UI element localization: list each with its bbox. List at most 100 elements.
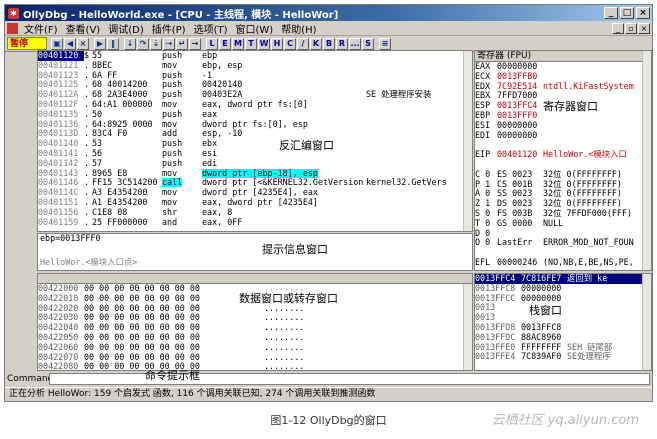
disasm-row[interactable]: 00401146. FF15 3C514200 call dword ptr [<&K… bbox=[38, 178, 472, 188]
mdi-close-button[interactable]: × bbox=[638, 22, 650, 34]
stack-row[interactable]: 0013FFE4 7C839AF0 SE处理程序 bbox=[475, 352, 651, 362]
register-row[interactable]: EDI 00000000 bbox=[475, 131, 651, 141]
toolbar-breakpoints-button[interactable]: B bbox=[323, 37, 335, 50]
registers-pane[interactable]: 寄存器 (FPU) EAX 00000000 ECX 0013FFB0 EDX 7C92E… bbox=[474, 50, 652, 271]
disasm-row[interactable]: 00401159. 25 FF000000 and eax, 0FF bbox=[38, 218, 472, 228]
stack-scrollbar[interactable] bbox=[642, 274, 651, 370]
disasm-row[interactable]: 00401143. 8965 E8 mov dword ptr [ebp-18], e… bbox=[38, 168, 472, 179]
disasm-comment bbox=[366, 110, 466, 120]
toolbar-windows-button[interactable]: W bbox=[258, 37, 270, 50]
disasm-row[interactable]: 00401121. 8BEC mov ebp, esp bbox=[38, 61, 472, 71]
dump-pane[interactable]: 00422000 00 00 00 00 00 00 00 00........ 0… bbox=[37, 273, 473, 371]
trace-over-icon[interactable]: ⇢ bbox=[163, 37, 175, 50]
disasm-row[interactable]: 00401120 $55 push ebp bbox=[38, 51, 472, 61]
stack-row[interactable]: 0013FFC8 00000000 bbox=[475, 284, 651, 294]
toolbar-callstack-button[interactable]: K bbox=[310, 37, 322, 50]
dump-row[interactable]: 00422060 00 00 00 00 00 00 00 00........ bbox=[38, 343, 472, 353]
register-row[interactable]: EDX 7C92E514 ntdll.KiFastSystem bbox=[475, 82, 651, 92]
register-row[interactable] bbox=[475, 140, 651, 150]
disasm-row[interactable]: 00401140. 53 push ebx bbox=[38, 139, 472, 149]
toolbar-source-button[interactable]: S bbox=[362, 37, 374, 50]
goto-icon[interactable]: → bbox=[189, 37, 201, 50]
trace-into-icon[interactable]: ⇣ bbox=[150, 37, 162, 50]
register-row[interactable]: ECX 0013FFB0 bbox=[475, 72, 651, 82]
disasm-row[interactable]: 00401123. 6A FF push -1 bbox=[38, 71, 472, 81]
disasm-row[interactable]: 0040112F. 64:A1 000000 mov eax, dword ptr f… bbox=[38, 100, 472, 110]
disasm-row[interactable]: 00401151. A1 E4354200 mov eax, dword ptr [4… bbox=[38, 198, 472, 208]
stack-row[interactable]: 0013FFE0 FFFFFFFF SEH 链尾部 bbox=[475, 343, 651, 353]
disasm-row[interactable]: 0040114C. A3 E4354200 mov dword ptr [4235E4… bbox=[38, 188, 472, 198]
register-row[interactable]: T 0 GS 0000 NULL bbox=[475, 219, 651, 229]
disasm-comment bbox=[366, 159, 466, 169]
disassembly-pane[interactable]: 00401120 $55 push ebp 00401121. 8BEC mov ebp, e… bbox=[37, 50, 473, 232]
menu-help[interactable]: 帮助(H) bbox=[281, 21, 316, 36]
dump-row[interactable]: 00422050 00 00 00 00 00 00 00 00........ bbox=[38, 333, 472, 343]
toolbar-log-button[interactable]: L bbox=[206, 37, 218, 50]
register-row[interactable] bbox=[475, 248, 651, 258]
dump-row[interactable]: 00422070 00 00 00 00 00 00 00 00........ bbox=[38, 353, 472, 363]
register-row[interactable]: A 0 SS 0023 32位 0(FFFFFFFF) bbox=[475, 189, 651, 199]
dump-scrollbar[interactable] bbox=[463, 284, 472, 370]
disasm-row[interactable]: 00401136. 64:8925 0000 mov dword ptr fs:[0]… bbox=[38, 120, 472, 130]
toolbar-runtrace-button[interactable]: ... bbox=[349, 37, 361, 50]
close-button[interactable]: × bbox=[636, 7, 650, 19]
register-row[interactable]: Z 1 DS 0023 32位 0(FFFFFFFF) bbox=[475, 199, 651, 209]
step-over-icon[interactable]: ↷ bbox=[137, 37, 149, 50]
close-icon[interactable]: × bbox=[77, 37, 89, 50]
register-row[interactable]: C 0 ES 0023 32位 0(FFFFFFFF) bbox=[475, 170, 651, 180]
menu-icon[interactable]: ≡ bbox=[379, 37, 391, 50]
maximize-button[interactable]: □ bbox=[620, 7, 634, 19]
stack-address: 0013 bbox=[475, 313, 496, 323]
toolbar-patches-button[interactable]: / bbox=[297, 37, 309, 50]
command-input[interactable] bbox=[49, 373, 650, 385]
disasm-operands-text: 00420140 bbox=[202, 80, 243, 90]
mdi-restore-button[interactable]: ▫ bbox=[625, 22, 637, 34]
disasm-scrollbar[interactable] bbox=[463, 51, 472, 231]
toolbar-threads-button[interactable]: T bbox=[245, 37, 257, 50]
register-row[interactable]: ESI 00000000 bbox=[475, 121, 651, 131]
register-row[interactable]: P 1 CS 001B 32位 0(FFFFFFFF) bbox=[475, 180, 651, 190]
mdi-minimize-button[interactable]: _ bbox=[612, 22, 624, 34]
disasm-row[interactable]: 0040113D. 83C4 F0 add esp, -10 bbox=[38, 129, 472, 139]
register-row[interactable]: O 0 LastErr ERROR_MOD_NOT_FOUN bbox=[475, 238, 651, 248]
menu-options[interactable]: 选项(T) bbox=[194, 21, 228, 36]
run-icon[interactable]: ▶ bbox=[94, 37, 106, 50]
toolbar-handles-button[interactable]: H bbox=[271, 37, 283, 50]
toolbar-cpu-button[interactable]: C bbox=[284, 37, 296, 50]
register-row[interactable]: D 0 bbox=[475, 229, 651, 239]
menu-window[interactable]: 窗口(W) bbox=[236, 21, 274, 36]
disasm-row[interactable]: 0040112A. 68 2A3E4000 push 00403E2A SE 处理程序安… bbox=[38, 90, 472, 100]
register-row[interactable] bbox=[475, 160, 651, 170]
menu-file[interactable]: 文件(F) bbox=[24, 21, 58, 36]
register-row[interactable]: EFL 00000246 (NO,NB,E,BE,NS,PE, bbox=[475, 258, 651, 268]
toolbar-modules-button[interactable]: E bbox=[219, 37, 231, 50]
stack-row[interactable]: 0013FFD8 0013FFC8 bbox=[475, 323, 651, 333]
disasm-row[interactable]: 00401125. 68 40014200 push 00420140 bbox=[38, 80, 472, 90]
execute-till-return-icon[interactable]: ↵ bbox=[176, 37, 188, 50]
registers-scrollbar[interactable] bbox=[642, 51, 651, 270]
stack-row[interactable]: 0013FFDC 88AC8960 bbox=[475, 333, 651, 343]
disasm-row[interactable]: 00401141. 56 push esi bbox=[38, 149, 472, 159]
menu-debug[interactable]: 调试(D) bbox=[108, 21, 144, 36]
register-row[interactable]: S 0 FS 003B 32位 7FFDF000(FFF) bbox=[475, 209, 651, 219]
rewind-icon[interactable]: ◀ bbox=[64, 37, 76, 50]
pause-icon[interactable]: ‖ bbox=[107, 37, 119, 50]
mdi-system-icon[interactable] bbox=[7, 22, 18, 34]
menu-plugins[interactable]: 插件(P) bbox=[152, 21, 186, 36]
register-row[interactable]: EIP 00401120 HelloWor.<模块入口 bbox=[475, 150, 651, 160]
toolbar-references-button[interactable]: R bbox=[336, 37, 348, 50]
disasm-row[interactable]: 00401142. 57 push edi bbox=[38, 159, 472, 169]
dump-row[interactable]: 00422040 00 00 00 00 00 00 00 00........ bbox=[38, 323, 472, 333]
open-icon[interactable]: ▣ bbox=[51, 37, 63, 50]
dump-row[interactable]: 00422030 00 00 00 00 00 00 00 00........ bbox=[38, 313, 472, 323]
toolbar-memory-button[interactable]: M bbox=[232, 37, 244, 50]
disasm-row[interactable]: 00401135. 50 push eax bbox=[38, 110, 472, 120]
stack-pane[interactable]: 0013FFC4 7C816FE7 返回到 ke 0013FFC8 00000000 00… bbox=[474, 273, 652, 371]
minimize-button[interactable]: _ bbox=[604, 7, 618, 19]
dump-row[interactable]: 00422080 00 00 00 00 00 00 00 00........ bbox=[38, 362, 472, 370]
disasm-row[interactable]: 00401156. C1E8 08 shr eax, 8 bbox=[38, 208, 472, 218]
menu-view[interactable]: 查看(V) bbox=[66, 21, 101, 36]
step-into-icon[interactable]: ↓ bbox=[124, 37, 136, 50]
register-row[interactable]: EAX 00000000 bbox=[475, 62, 651, 72]
stack-row[interactable]: 0013FFC4 7C816FE7 返回到 ke bbox=[475, 274, 651, 284]
